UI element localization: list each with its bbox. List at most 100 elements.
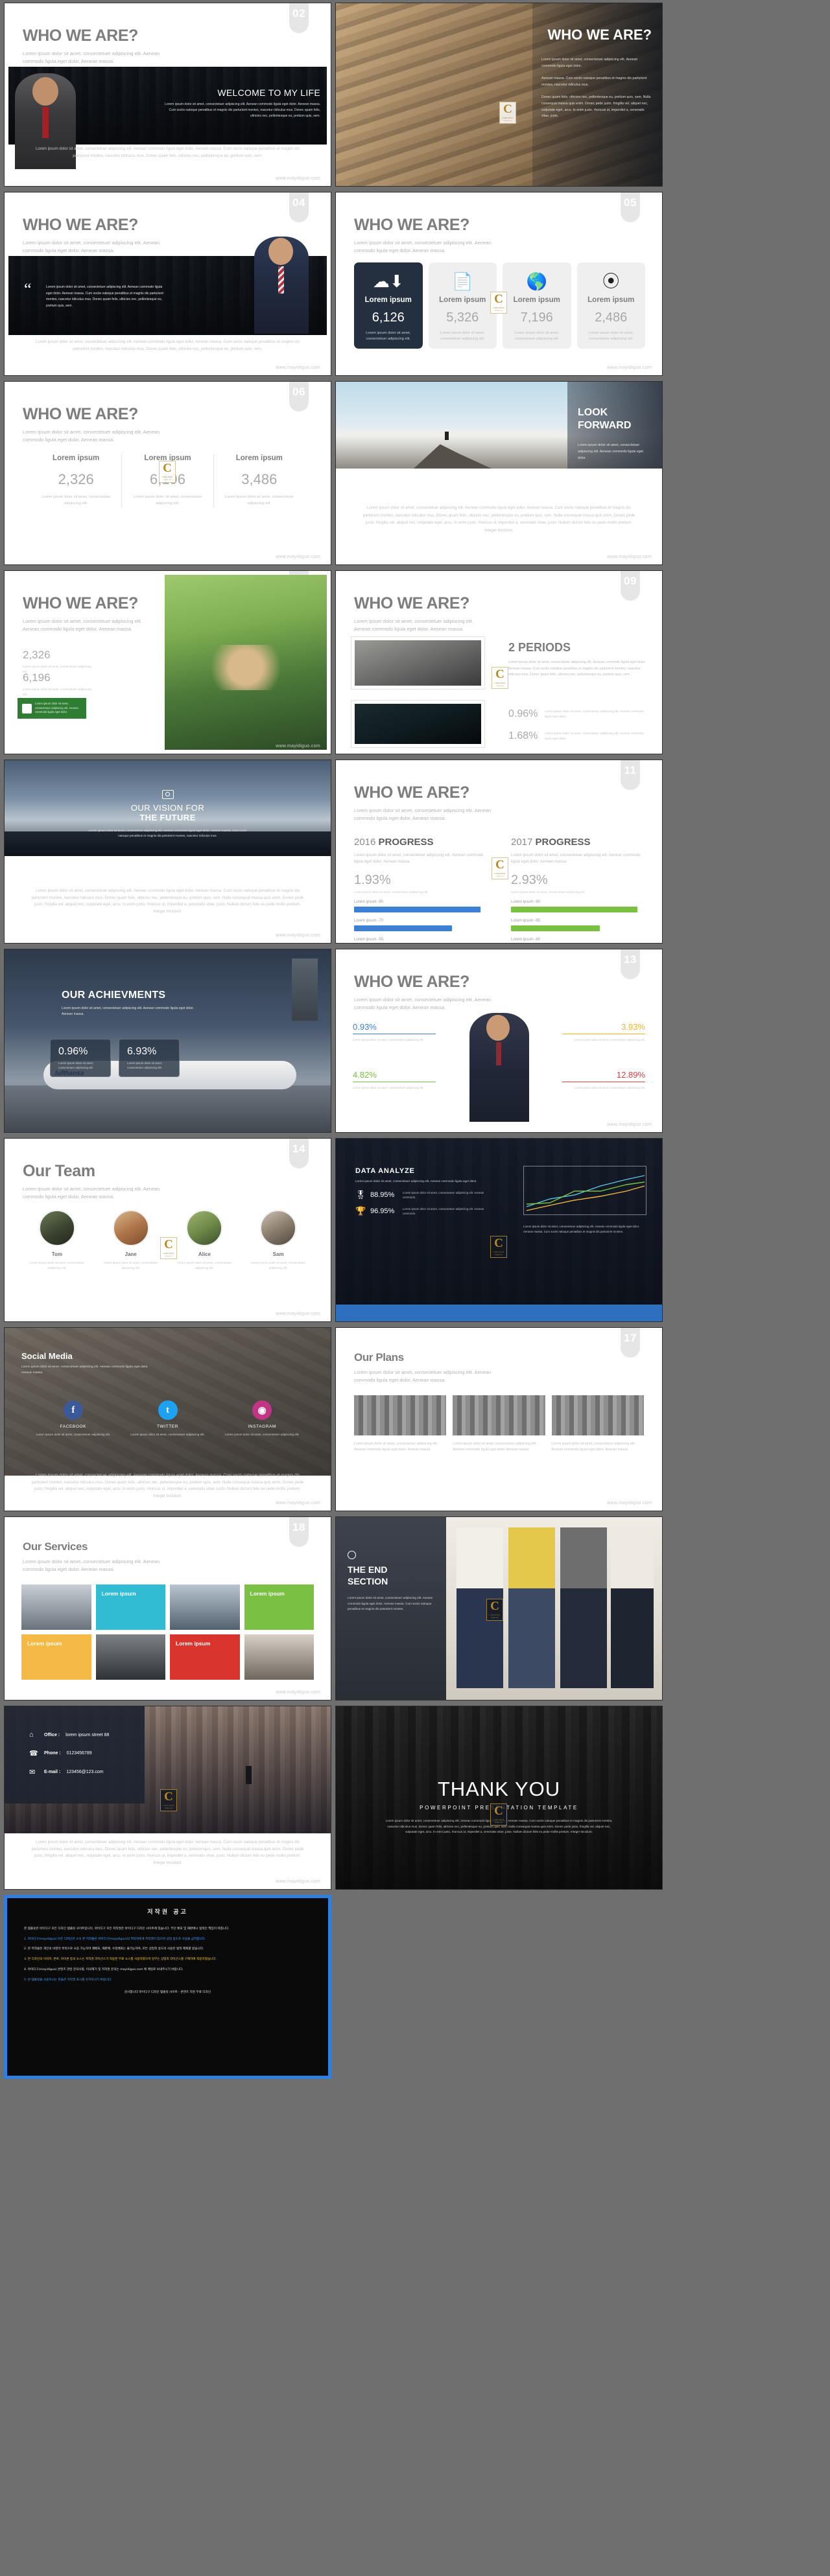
slide-19[interactable]: THE END SECTION Lorem ipsum dolor sit am…	[335, 1516, 663, 1700]
callout-box[interactable]: 0.93% Lorem ipsum dolor sit amet, consec…	[353, 1022, 436, 1042]
plan-item[interactable]: Lorem ipsum dolor sit amet, consectetuer…	[551, 1395, 644, 1453]
progress-word: PROGRESS	[378, 837, 434, 848]
service-photo[interactable]	[170, 1584, 240, 1630]
logo-caption: CONCEPTS	[489, 1613, 501, 1616]
card-label: Lorem ipsum	[587, 296, 635, 304]
brand-logo: C CONCEPTS TEMPLATE	[490, 1804, 507, 1826]
logo-letter: C	[163, 461, 172, 476]
callout-desc: Lorem ipsum dolor sit amet, consectetuer…	[353, 1086, 424, 1089]
callout-box[interactable]: 3.93% Lorem ipsum dolor sit amet, consec…	[562, 1022, 645, 1042]
page-title: Social Media	[21, 1351, 73, 1361]
card-value: 7,196	[520, 310, 553, 325]
stat-card[interactable]: ⦿ Lorem ipsum 2,486 Lorem ipsum dolor si…	[576, 262, 645, 349]
plan-image	[453, 1395, 545, 1435]
slide-16[interactable]: Social Media Lorem ipsum dolor sit amet,…	[4, 1327, 331, 1511]
card-value: 5,326	[446, 310, 479, 325]
page-title: WHO WE ARE?	[354, 216, 469, 234]
member-desc: Lorem ipsum dolor sit amet, consectetuer…	[177, 1261, 232, 1270]
social-desc: Lorem ipsum dolor sit amet, consectetuer…	[224, 1433, 300, 1436]
team-member[interactable]: Sam Lorem ipsum dolor sit amet, consecte…	[245, 1210, 311, 1271]
person-photo	[469, 1013, 529, 1122]
progress-tiny: Lorem ipsum dolor sit amet, consectetuer…	[511, 890, 586, 894]
slide-04[interactable]: WHO WE ARE? Lorem ipsum dolor sit amet, …	[4, 192, 331, 376]
service-photo[interactable]	[21, 1584, 91, 1630]
camera-icon	[161, 790, 174, 799]
social-item[interactable]: t TWITTER Lorem ipsum dolor sit amet, co…	[125, 1400, 211, 1437]
card-desc: Lorem ipsum dolor sit amet, consectetuer…	[366, 331, 411, 341]
service-tile[interactable]: Lorem ipsum	[21, 1634, 91, 1680]
progress-bar	[354, 907, 481, 913]
social-row: f FACEBOOK Lorem ipsum dolor sit amet, c…	[30, 1400, 305, 1437]
service-photo[interactable]	[95, 1634, 165, 1680]
service-photo[interactable]	[244, 1634, 314, 1680]
slide-header: Our Services Lorem ipsum dolor sit amet,…	[23, 1540, 165, 1573]
stat-value: 2,326	[23, 649, 51, 661]
document-icon: 📄	[452, 272, 473, 291]
plan-item[interactable]: Lorem ipsum dolor sit amet, consectetuer…	[354, 1395, 447, 1453]
percent-desc: Lorem ipsum dolor sit amet, consectetuer…	[545, 732, 644, 740]
slide-06[interactable]: WHO WE ARE? Lorem ipsum dolor sit amet, …	[4, 381, 331, 565]
slide-12[interactable]: lufthansa OUR ACHIEVMENTS Lorem ipsum do…	[4, 949, 331, 1133]
stat-card[interactable]: ☁⬇ Lorem ipsum 6,126 Lorem ipsum dolor s…	[354, 262, 423, 349]
card-label: Lorem ipsum	[513, 296, 560, 304]
stat-card[interactable]: 📄 Lorem ipsum 5,326 Lorem ipsum dolor si…	[428, 262, 497, 349]
callout-box[interactable]: 4.82% Lorem ipsum dolor sit amet, consec…	[353, 1070, 436, 1090]
plan-item[interactable]: Lorem ipsum dolor sit amet, consectetuer…	[453, 1395, 545, 1453]
slide-number-badge: 09	[621, 571, 640, 601]
achievement-box[interactable]: 6.93% Lorem ipsum dolor sit amet, consec…	[119, 1039, 180, 1078]
logo-letter: C	[503, 102, 512, 117]
slide-02[interactable]: WHO WE ARE? Lorem ipsum dolor sit amet, …	[4, 3, 331, 187]
slide-05[interactable]: WHO WE ARE? Lorem ipsum dolor sit amet, …	[335, 192, 663, 376]
slide-15[interactable]: DATA ANALYZE Lorem ipsum dolor sit amet,…	[335, 1138, 663, 1322]
watermark: www.mayidiguo.com	[607, 366, 652, 370]
slide-17[interactable]: Our Plans Lorem ipsum dolor sit amet, co…	[335, 1327, 663, 1511]
social-item[interactable]: f FACEBOOK Lorem ipsum dolor sit amet, c…	[30, 1400, 116, 1437]
contact-row: ⌂ Office : lorem ipsum street 88	[29, 1731, 145, 1739]
brand-logo: C CONCEPTS TEMPLATE	[492, 857, 508, 879]
team-member[interactable]: Jane Lorem ipsum dolor sit amet, consect…	[98, 1210, 164, 1271]
logo-caption2: TEMPLATE	[494, 309, 503, 312]
slide-07[interactable]: LOOK FORWARD Lorem ipsum dolor sit amet,…	[335, 381, 663, 565]
social-item[interactable]: ◉ INSTAGRAM Lorem ipsum dolor sit amet, …	[219, 1400, 305, 1437]
slide-14[interactable]: Our Team Lorem ipsum dolor sit amet, con…	[4, 1138, 331, 1322]
slide-11[interactable]: WHO WE ARE? Lorem ipsum dolor sit amet, …	[335, 760, 663, 944]
slide-08[interactable]: WHO WE ARE? Lorem ipsum dolor sit amet, …	[4, 570, 331, 754]
column-label: Lorem ipsum	[235, 454, 283, 462]
slide-03[interactable]: WHO WE ARE? Lorem ipsum dolor sit amet, …	[335, 3, 663, 187]
slide-20[interactable]: ⌂ Office : lorem ipsum street 88 ☎ Phone…	[4, 1706, 331, 1890]
slide-21[interactable]: THANK YOU POWERPOINT PRESENTATION TEMPLA…	[335, 1706, 663, 1890]
achievement-box[interactable]: 0.96% Lorem ipsum dolor sit amet, consec…	[50, 1039, 111, 1078]
logo-caption: CONCEPTS	[502, 116, 514, 119]
member-desc: Lorem ipsum dolor sit amet, consectetuer…	[103, 1261, 158, 1270]
plan-desc: Lorem ipsum dolor sit amet, consectetuer…	[551, 1442, 635, 1452]
callout-desc: Lorem ipsum dolor sit amet, consectetuer…	[353, 1038, 424, 1041]
callout-box[interactable]: 12.89% Lorem ipsum dolor sit amet, conse…	[562, 1070, 645, 1090]
slide-number-badge: 14	[289, 1139, 309, 1168]
slide-13[interactable]: WHO WE ARE? Lorem ipsum dolor sit amet, …	[335, 949, 663, 1133]
slide-18[interactable]: Our Services Lorem ipsum dolor sit amet,…	[4, 1516, 331, 1700]
logo-caption2: TEMPLATE	[503, 119, 512, 122]
brand-logo: C CONCEPTS TEMPLATE	[486, 1599, 503, 1621]
page-subtitle: Lorem ipsum dolor sit amet, consectetuer…	[21, 1365, 148, 1375]
service-tile[interactable]: Lorem ipsum	[95, 1584, 165, 1630]
slide-10[interactable]: OUR VISION FOR THE FUTURE Lorem ipsum do…	[4, 760, 331, 944]
slide-09[interactable]: WHO WE ARE? Lorem ipsum dolor sit amet, …	[335, 570, 663, 754]
logo-caption: CONCEPTS	[494, 681, 506, 684]
team-member[interactable]: Alice Lorem ipsum dolor sit amet, consec…	[172, 1210, 238, 1271]
column-value: 3,486	[241, 471, 278, 487]
title-line-2: SECTION	[348, 1575, 388, 1586]
stat-column[interactable]: Lorem ipsum 2,326 Lorem ipsum dolor sit …	[30, 454, 121, 507]
card-value: 6,126	[372, 310, 405, 325]
notice-footer: 감사합니다 마이디구 디자인 템플릿 사이트 - 콘텐츠 지원 무료 디자인	[124, 1991, 211, 1995]
person-photo	[254, 237, 309, 334]
service-tile[interactable]: Lorem ipsum	[170, 1634, 240, 1680]
watermark: www.mayidiguo.com	[607, 555, 652, 559]
page-subtitle: Lorem ipsum dolor sit amet, consectetuer…	[354, 618, 474, 632]
stat-card[interactable]: 🌎 Lorem ipsum 7,196 Lorem ipsum dolor si…	[503, 262, 571, 349]
service-tile[interactable]: Lorem ipsum	[244, 1584, 314, 1630]
watermark: www.mayidiguo.com	[276, 366, 320, 370]
page-subtitle: Lorem ipsum dolor sit amet, consectetuer…	[23, 240, 160, 254]
slide-copyright-notice[interactable]: 저작권 공고 본 템플릿은 마이디구 모든 디자인 템플릿 사이트입니다. 마이…	[4, 1895, 331, 2079]
stat-column[interactable]: Lorem ipsum 3,486 Lorem ipsum dolor sit …	[213, 454, 305, 507]
team-member[interactable]: Tom Lorem ipsum dolor sit amet, consecte…	[24, 1210, 90, 1271]
